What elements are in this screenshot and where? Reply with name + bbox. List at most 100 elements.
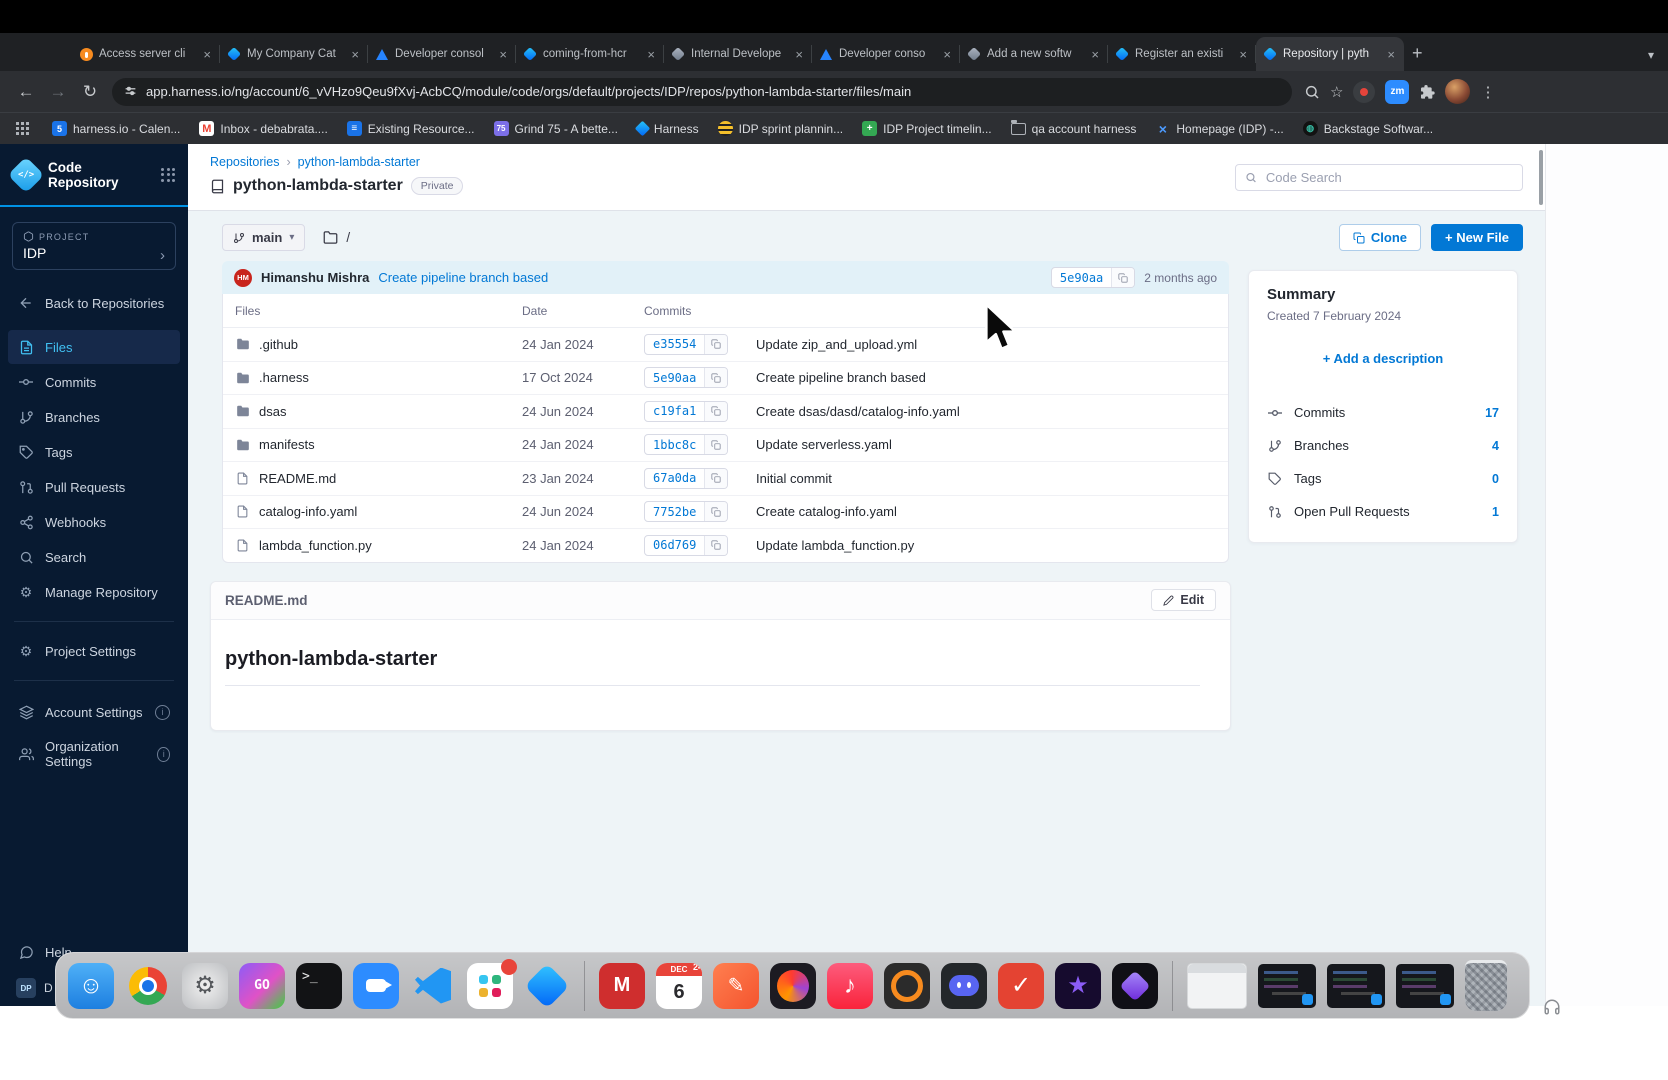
bookmark-inbox[interactable]: MInbox - debabrata....: [199, 121, 327, 136]
code-search-input[interactable]: [1264, 169, 1513, 186]
project-selector[interactable]: PROJECT IDP ›: [12, 222, 176, 270]
recording-extension-icon[interactable]: [1353, 81, 1375, 103]
apps-grid-icon[interactable]: [16, 122, 29, 135]
design-app-icon[interactable]: ✎: [713, 963, 759, 1009]
copy-icon[interactable]: [704, 335, 727, 354]
bookmark-existing-resource[interactable]: ≡Existing Resource...: [347, 121, 475, 136]
sidebar-item-project-settings[interactable]: ⚙ Project Settings: [8, 634, 180, 668]
table-row-github[interactable]: .github 24 Jan 2024 e35554 Update zip_an…: [223, 328, 1228, 362]
copy-icon[interactable]: [704, 368, 727, 387]
bookmark-star-icon[interactable]: ☆: [1330, 83, 1343, 101]
back-button[interactable]: ←: [10, 82, 42, 102]
table-row-harness[interactable]: .harness 17 Oct 2024 5e90aa Create pipel…: [223, 362, 1228, 396]
tab-close-icon[interactable]: ×: [1385, 47, 1397, 62]
browser-tab-add-software[interactable]: Add a new softw ×: [960, 37, 1108, 71]
browser-tab-developer-console-1[interactable]: Developer consol ×: [368, 37, 516, 71]
code-search-box[interactable]: [1235, 164, 1523, 191]
minimized-code-window-2[interactable]: [1327, 964, 1385, 1008]
commit-hash-chip[interactable]: 67a0da: [644, 468, 728, 489]
discord-icon[interactable]: [941, 963, 987, 1009]
todoist-icon[interactable]: ✓: [998, 963, 1044, 1009]
path-root[interactable]: /: [346, 230, 350, 245]
sidebar-item-commits[interactable]: Commits: [8, 365, 180, 399]
commit-hash-chip[interactable]: 7752be: [644, 501, 728, 522]
copy-icon[interactable]: [704, 469, 727, 488]
browser-tab-my-company[interactable]: My Company Cat ×: [220, 37, 368, 71]
bookmark-harness[interactable]: Harness: [637, 122, 699, 136]
search-icon[interactable]: [1304, 84, 1320, 100]
browser-tab-access-server[interactable]: Access server cli ×: [72, 37, 220, 71]
forward-button[interactable]: →: [42, 82, 74, 102]
bookmark-backstage[interactable]: ◍Backstage Softwar...: [1303, 121, 1433, 136]
commit-message-link[interactable]: Create pipeline branch based: [378, 270, 548, 285]
harness-app-icon[interactable]: [524, 963, 570, 1009]
browser-tab-repository-active[interactable]: Repository | pyth ×: [1256, 37, 1404, 71]
bookmark-qa-account[interactable]: qa account harness: [1011, 122, 1137, 136]
add-description-link[interactable]: + Add a description: [1267, 351, 1499, 366]
mail-app-icon[interactable]: M: [599, 963, 645, 1009]
new-tab-button[interactable]: +: [1412, 43, 1423, 64]
breadcrumb-repo[interactable]: python-lambda-starter: [298, 155, 420, 169]
sidebar-item-branches[interactable]: Branches: [8, 400, 180, 434]
sidebar-item-search[interactable]: Search: [8, 540, 180, 574]
sidebar-item-files[interactable]: Files: [8, 330, 180, 364]
scrollbar[interactable]: [1539, 150, 1543, 205]
zoom-extension-icon[interactable]: zm: [1385, 80, 1409, 104]
stat-branches[interactable]: Branches 4: [1267, 429, 1499, 462]
sidebar-item-organization-settings[interactable]: Organization Settings i: [8, 730, 180, 778]
bookmark-grind75[interactable]: 75Grind 75 - A bette...: [494, 121, 618, 136]
profile-avatar[interactable]: [1445, 79, 1470, 104]
bookmark-harness-calendar[interactable]: 5harness.io - Calen...: [52, 121, 180, 136]
tab-close-icon[interactable]: ×: [497, 47, 509, 62]
commit-hash-chip[interactable]: 1bbc8c: [644, 434, 728, 455]
sidebar-item-manage-repository[interactable]: ⚙ Manage Repository: [8, 575, 180, 609]
breadcrumb-repositories[interactable]: Repositories: [210, 155, 279, 169]
browser-tab-internal-developer[interactable]: Internal Develope ×: [664, 37, 812, 71]
kebab-menu-icon[interactable]: ⋮: [1480, 83, 1495, 101]
stat-tags[interactable]: Tags 0: [1267, 462, 1499, 495]
commit-hash-chip[interactable]: 06d769: [644, 535, 728, 556]
tab-close-icon[interactable]: ×: [793, 47, 805, 62]
copy-icon[interactable]: [704, 536, 727, 555]
system-settings-icon[interactable]: ⚙: [182, 963, 228, 1009]
finder-icon[interactable]: ☺: [68, 963, 114, 1009]
minimized-window-thumbnail[interactable]: [1187, 963, 1247, 1009]
browser-tab-register-existing[interactable]: Register an existi ×: [1108, 37, 1256, 71]
firefox-icon[interactable]: [770, 963, 816, 1009]
table-row-lambda-function[interactable]: lambda_function.py 24 Jan 2024 06d769 Up…: [223, 529, 1228, 562]
stat-commits[interactable]: Commits 17: [1267, 396, 1499, 429]
folder-icon[interactable]: [323, 230, 338, 245]
commit-hash-chip[interactable]: 5e90aa: [644, 367, 728, 388]
extensions-puzzle-icon[interactable]: [1419, 84, 1435, 100]
bookmark-homepage-idp[interactable]: ×Homepage (IDP) -...: [1155, 121, 1283, 136]
stat-open-pull-requests[interactable]: Open Pull Requests 1: [1267, 495, 1499, 528]
sidebar-item-pull-requests[interactable]: Pull Requests: [8, 470, 180, 504]
copy-icon[interactable]: [704, 502, 727, 521]
commit-hash-chip[interactable]: c19fa1: [644, 401, 728, 422]
copy-icon[interactable]: [704, 435, 727, 454]
sidebar-item-tags[interactable]: Tags: [8, 435, 180, 469]
sidebar-item-account-settings[interactable]: Account Settings i: [8, 695, 180, 729]
clone-button[interactable]: Clone: [1339, 224, 1421, 251]
commit-hash-chip[interactable]: 5e90aa: [1051, 267, 1135, 288]
reload-button[interactable]: ↻: [74, 82, 106, 102]
tab-close-icon[interactable]: ×: [1237, 47, 1249, 62]
minimized-code-window-1[interactable]: [1258, 964, 1316, 1008]
tab-close-icon[interactable]: ×: [201, 47, 213, 62]
info-icon[interactable]: i: [157, 747, 170, 762]
obsidian-icon[interactable]: [1112, 963, 1158, 1009]
edit-button[interactable]: Edit: [1151, 589, 1216, 611]
browser-tab-developer-console-2[interactable]: Developer conso ×: [812, 37, 960, 71]
module-grid-icon[interactable]: [161, 168, 175, 182]
tab-close-icon[interactable]: ×: [941, 47, 953, 62]
copy-icon[interactable]: [704, 402, 727, 421]
info-icon[interactable]: i: [155, 705, 170, 720]
minimized-code-window-3[interactable]: [1396, 964, 1454, 1008]
new-file-button[interactable]: + New File: [1431, 224, 1523, 251]
commit-hash-chip[interactable]: e35554: [644, 334, 728, 355]
browser-tab-coming-from[interactable]: coming-from-hcr ×: [516, 37, 664, 71]
goland-icon[interactable]: GO: [239, 963, 285, 1009]
branch-selector[interactable]: main ▾: [222, 224, 305, 251]
table-row-catalog-info[interactable]: catalog-info.yaml 24 Jun 2024 7752be Cre…: [223, 496, 1228, 530]
music-app-icon[interactable]: ♪: [827, 963, 873, 1009]
